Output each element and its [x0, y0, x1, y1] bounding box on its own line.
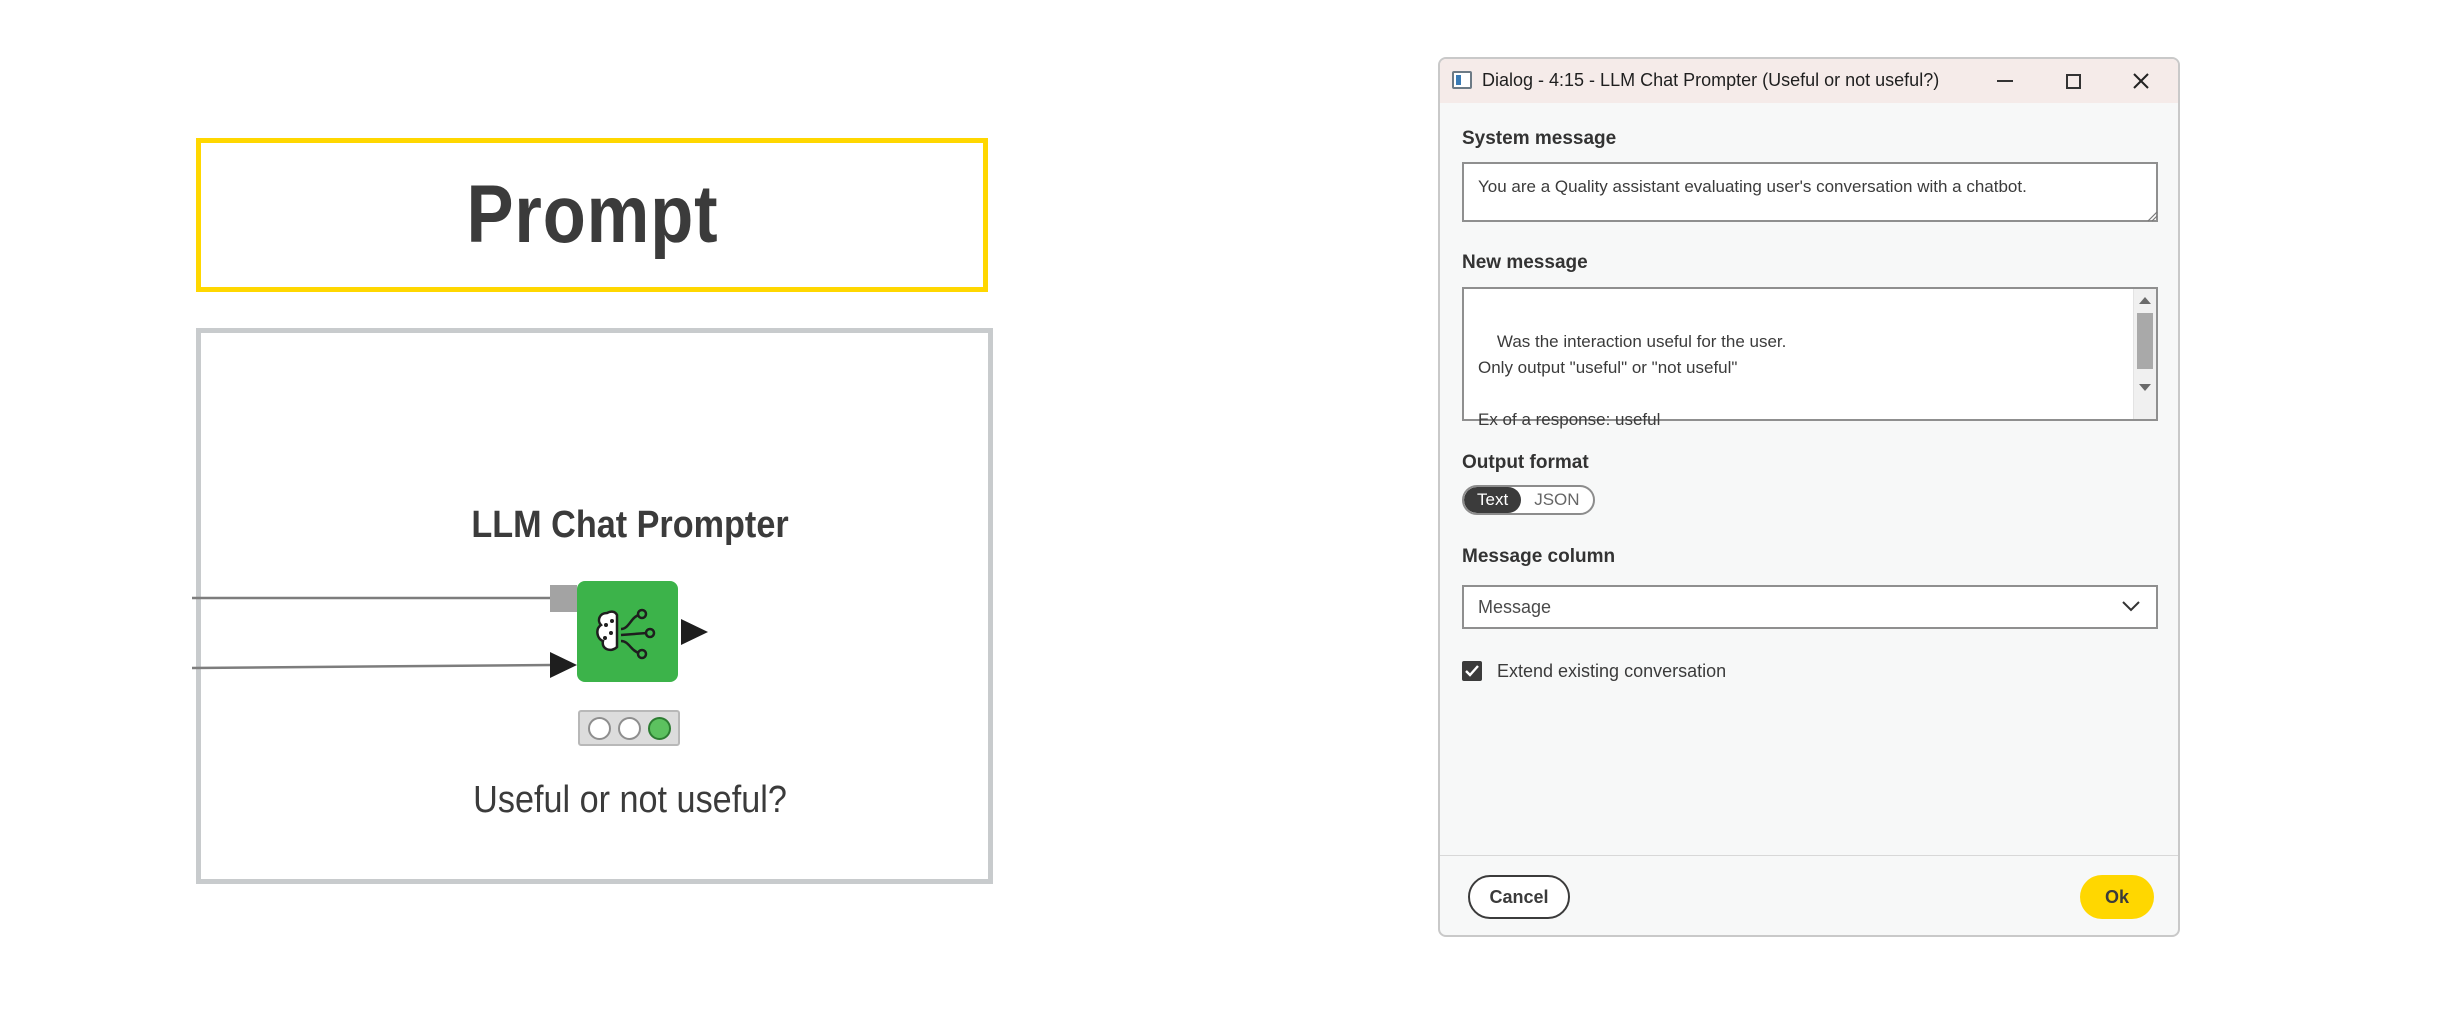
output-format-toggle[interactable]: Text JSON	[1462, 485, 1595, 515]
minimize-button[interactable]	[1972, 59, 2038, 103]
maximize-icon	[2065, 73, 2081, 89]
ok-button[interactable]: Ok	[2080, 875, 2154, 919]
status-light-green	[647, 716, 671, 740]
message-column-label: Message column	[1462, 546, 1616, 567]
message-column-select[interactable]: Message	[1462, 585, 2158, 629]
cancel-button[interactable]: Cancel	[1468, 875, 1570, 919]
maximize-button[interactable]	[2040, 59, 2106, 103]
new-message-text: Was the interaction useful for the user.…	[1478, 332, 1787, 429]
close-icon	[2133, 73, 2149, 89]
new-message-label: New message	[1462, 252, 1588, 273]
node-dialog: Dialog - 4:15 - LLM Chat Prompter (Usefu…	[1438, 57, 2180, 937]
checkmark-icon	[1465, 665, 1479, 677]
scroll-up-icon[interactable]	[2139, 297, 2151, 304]
close-button[interactable]	[2108, 59, 2174, 103]
status-light-off	[587, 716, 611, 740]
minimize-icon	[1997, 80, 2013, 82]
dialog-title: Dialog - 4:15 - LLM Chat Prompter (Usefu…	[1482, 70, 1940, 90]
extend-conversation-checkbox[interactable]	[1462, 661, 1482, 681]
scroll-thumb[interactable]	[2137, 313, 2153, 369]
output-format-label: Output format	[1462, 452, 1589, 473]
node-name: LLM Chat Prompter	[471, 504, 789, 546]
footer-divider	[1440, 855, 2178, 856]
new-message-scrollbar[interactable]	[2133, 289, 2156, 419]
system-message-input[interactable]: You are a Quality assistant evaluating u…	[1462, 162, 2158, 222]
annotation-title: Prompt	[466, 169, 718, 260]
output-format-json-option[interactable]: JSON	[1521, 487, 1592, 513]
system-message-label: System message	[1462, 128, 1617, 149]
node-status-indicator	[578, 710, 680, 746]
output-format-text-option[interactable]: Text	[1464, 487, 1522, 513]
extend-conversation-label[interactable]: Extend existing conversation	[1497, 661, 1726, 682]
llm-chat-prompter-node[interactable]	[577, 581, 678, 682]
new-message-input[interactable]: Was the interaction useful for the user.…	[1462, 287, 2158, 429]
dialog-titlebar[interactable]: Dialog - 4:15 - LLM Chat Prompter (Usefu…	[1440, 59, 2178, 103]
annotation-box[interactable]: Prompt	[196, 138, 988, 292]
resize-grip-icon[interactable]	[2146, 210, 2158, 222]
chevron-down-icon	[2122, 601, 2140, 612]
message-column-value: Message	[1478, 597, 1552, 617]
llm-brain-icon	[596, 608, 656, 660]
node-label[interactable]: Useful or not useful?	[423, 779, 837, 822]
status-light-off	[617, 716, 641, 740]
app-window-icon	[1452, 71, 1472, 89]
input-port-1[interactable]	[550, 585, 577, 612]
scroll-down-icon[interactable]	[2139, 384, 2151, 391]
